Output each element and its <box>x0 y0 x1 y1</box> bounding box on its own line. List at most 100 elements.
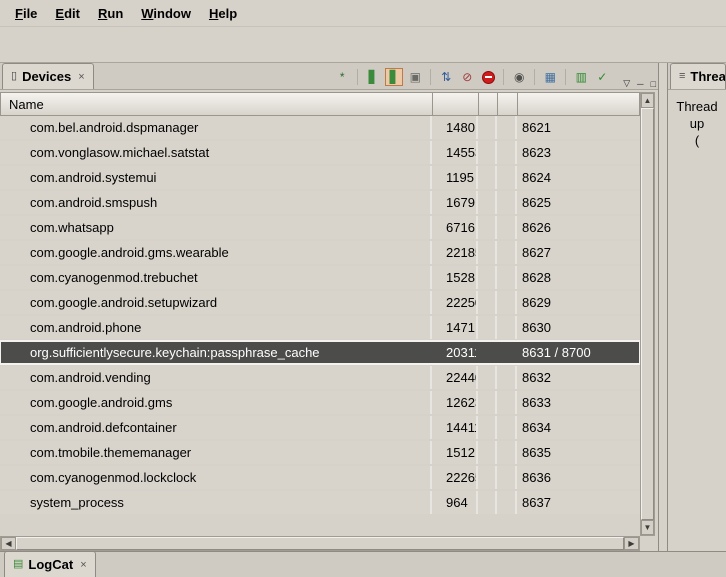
update-threads-icon[interactable]: ⇅ <box>437 68 455 86</box>
debug-process-icon[interactable]: * <box>333 68 351 86</box>
horizontal-scroll-thumb[interactable] <box>16 537 624 550</box>
devices-tabbar: ▯ Devices × *▋▋▣⇅⊘◉▦▥✓ ▽ ─ □ <box>0 63 658 90</box>
menu-edit[interactable]: Edit <box>46 2 89 25</box>
process-name-cell: com.tmobile.thememanager <box>0 441 432 464</box>
table-row[interactable]: com.whatsapp 6716 8626 <box>0 216 640 239</box>
tab-threads-label: Threads <box>690 69 726 84</box>
spare-cell-2 <box>497 316 517 339</box>
spare-cell-2 <box>497 241 517 264</box>
vertical-scrollbar[interactable]: ▲ ▼ <box>640 92 655 536</box>
sysinfo-update-icon[interactable]: ✓ <box>593 68 611 86</box>
scroll-up-icon[interactable]: ▲ <box>641 93 654 108</box>
spare-cell-1 <box>478 416 497 439</box>
scroll-left-icon[interactable]: ◀ <box>1 537 16 550</box>
column-header-name[interactable]: Name <box>1 93 433 115</box>
menu-file[interactable]: File <box>6 2 46 25</box>
tab-devices[interactable]: ▯ Devices × <box>2 63 94 89</box>
dump-hprof-icon[interactable]: ▋ <box>385 68 403 86</box>
table-row[interactable]: com.cyanogenmod.lockclock 22265 8636 <box>0 466 640 489</box>
pid-cell: 14553 <box>432 141 478 164</box>
spare-cell-2 <box>497 441 517 464</box>
spare-cell-2 <box>497 491 517 514</box>
pid-cell: 12623 <box>432 391 478 414</box>
toolbar-separator <box>357 69 358 85</box>
screen-record-icon[interactable]: ▦ <box>541 68 559 86</box>
spare-cell-2 <box>497 291 517 314</box>
tab-logcat[interactable]: ▤ LogCat × <box>4 551 96 577</box>
port-cell: 8624 <box>517 166 640 189</box>
pid-cell: 20311 <box>432 341 478 364</box>
table-row[interactable]: com.android.smspush 1679 8625 <box>0 191 640 214</box>
pid-cell: 1528 <box>432 266 478 289</box>
stop-process-icon[interactable] <box>479 68 497 86</box>
port-cell: 8628 <box>517 266 640 289</box>
close-icon[interactable]: × <box>76 71 84 83</box>
spare-cell-1 <box>478 216 497 239</box>
vertical-scroll-thumb[interactable] <box>641 108 654 520</box>
spare-cell-2 <box>497 191 517 214</box>
column-header-spare2[interactable] <box>498 93 518 115</box>
cause-gc-icon[interactable]: ▣ <box>406 68 424 86</box>
process-name-cell: com.android.vending <box>0 366 432 389</box>
menu-window[interactable]: Window <box>132 2 200 25</box>
table-row[interactable]: com.google.android.gms 12623 8633 <box>0 391 640 414</box>
spare-cell-2 <box>497 216 517 239</box>
table-row[interactable]: com.cyanogenmod.trebuchet 1528 8628 <box>0 266 640 289</box>
process-name-cell: com.vonglasow.michael.satstat <box>0 141 432 164</box>
table-row[interactable]: com.google.android.setupwizard 22250 862… <box>0 291 640 314</box>
device-icon: ▯ <box>11 71 17 82</box>
horizontal-scrollbar[interactable]: ◀ ▶ <box>0 536 640 551</box>
pid-cell: 6716 <box>432 216 478 239</box>
port-cell: 8636 <box>517 466 640 489</box>
spare-cell-2 <box>497 466 517 489</box>
table-row[interactable]: com.google.android.gms.wearable 22185 86… <box>0 241 640 264</box>
port-cell: 8632 <box>517 366 640 389</box>
close-icon[interactable]: × <box>78 559 86 571</box>
toolbar-separator <box>503 69 504 85</box>
tab-devices-label: Devices <box>22 69 71 84</box>
table-row[interactable]: com.android.defcontainer 14411 8634 <box>0 416 640 439</box>
threads-tabbar: ≡ Threads × <box>668 63 726 90</box>
toolbar-separator <box>534 69 535 85</box>
column-header-port[interactable] <box>518 93 641 115</box>
minimize-icon[interactable]: ─ <box>637 79 643 89</box>
process-name-cell: com.google.android.gms <box>0 391 432 414</box>
table-row[interactable]: com.tmobile.thememanager 1512 8635 <box>0 441 640 464</box>
tab-threads[interactable]: ≡ Threads × <box>670 63 726 89</box>
scroll-down-icon[interactable]: ▼ <box>641 520 654 535</box>
spare-cell-1 <box>478 316 497 339</box>
table-row[interactable]: com.android.vending 22440 8632 <box>0 366 640 389</box>
process-name-cell: com.android.systemui <box>0 166 432 189</box>
scroll-right-icon[interactable]: ▶ <box>624 537 639 550</box>
screen-capture-icon[interactable]: ◉ <box>510 68 528 86</box>
column-header-pid[interactable] <box>433 93 479 115</box>
table-row[interactable]: org.sufficientlysecure.keychain:passphra… <box>0 341 640 364</box>
process-name-cell: com.cyanogenmod.trebuchet <box>0 266 432 289</box>
logcat-bar: ▤ LogCat × <box>0 551 726 577</box>
pid-cell: 22440 <box>432 366 478 389</box>
spare-cell-1 <box>478 391 497 414</box>
panel-sash[interactable] <box>659 63 667 551</box>
threads-icon: ≡ <box>679 71 685 82</box>
spare-cell-1 <box>478 141 497 164</box>
pid-cell: 22265 <box>432 466 478 489</box>
column-header-spare1[interactable] <box>479 93 498 115</box>
device-table: Name com.bel.android.dspmanager 1480 862… <box>0 92 640 536</box>
sysinfo-bars-icon[interactable]: ▥ <box>572 68 590 86</box>
table-row[interactable]: com.vonglasow.michael.satstat 14553 8623 <box>0 141 640 164</box>
process-name-cell: com.android.defcontainer <box>0 416 432 439</box>
table-row[interactable]: system_process 964 8637 <box>0 491 640 514</box>
view-menu-icon[interactable]: ▽ <box>623 78 630 89</box>
update-heap-icon[interactable]: ▋ <box>364 68 382 86</box>
spare-cell-2 <box>497 366 517 389</box>
maximize-icon[interactable]: □ <box>651 79 656 89</box>
table-row[interactable]: com.android.phone 1471 8630 <box>0 316 640 339</box>
spare-cell-1 <box>478 341 497 364</box>
pid-cell: 1195 <box>432 166 478 189</box>
menu-help[interactable]: Help <box>200 2 246 25</box>
table-row[interactable]: com.android.systemui 1195 8624 <box>0 166 640 189</box>
menu-run[interactable]: Run <box>89 2 132 25</box>
port-cell: 8629 <box>517 291 640 314</box>
table-row[interactable]: com.bel.android.dspmanager 1480 8621 <box>0 116 640 139</box>
method-profiling-icon[interactable]: ⊘ <box>458 68 476 86</box>
